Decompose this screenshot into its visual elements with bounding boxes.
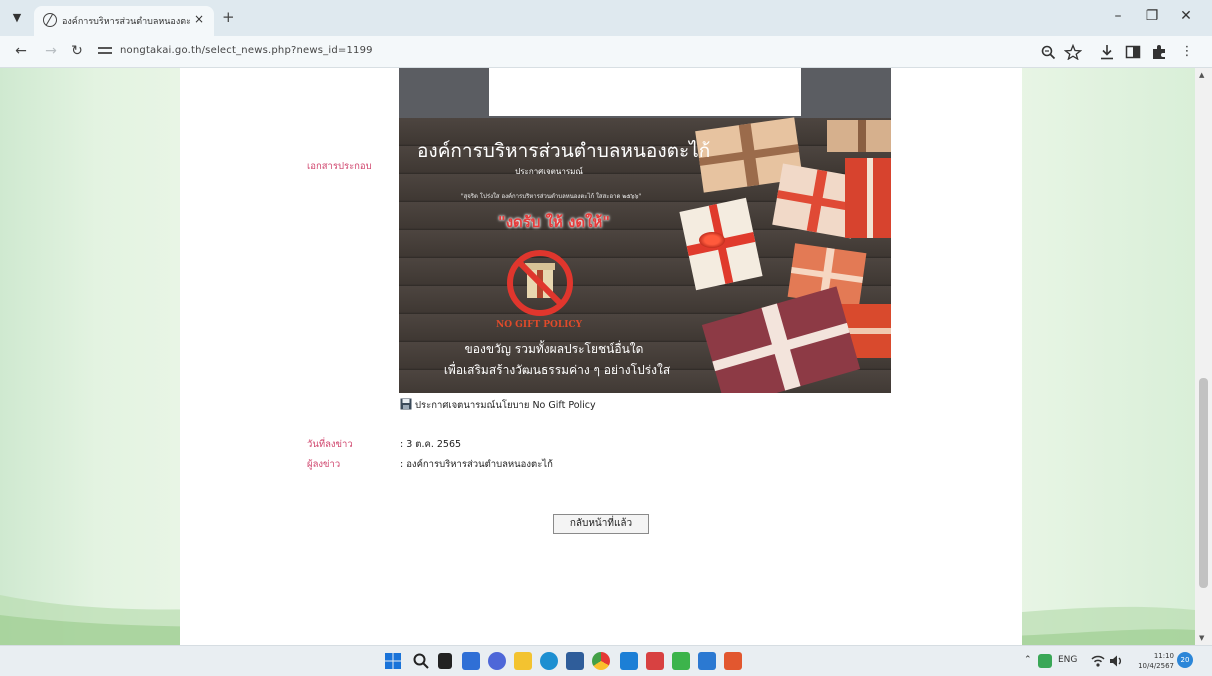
back-button[interactable]: กลับหน้าที่แล้ว	[553, 514, 649, 534]
date-value: : 3 ต.ค. 2565	[400, 439, 462, 450]
tab-bar: ▼ องค์การบริหารส่วนตำบลหนองตะไก้ × + – ❐…	[0, 0, 1212, 36]
windows-start-icon[interactable]	[384, 652, 402, 670]
store-icon[interactable]	[566, 652, 584, 670]
wifi-icon[interactable]	[1090, 653, 1106, 669]
poster-policy-label: NO GIFT POLICY	[495, 320, 583, 330]
restore-button[interactable]: ❐	[1140, 8, 1164, 24]
tab-list-chevron-icon[interactable]: ▼	[8, 9, 26, 27]
line-app-icon[interactable]	[672, 652, 690, 670]
zoom-icon[interactable]	[1040, 44, 1058, 60]
close-window-button[interactable]: ✕	[1174, 8, 1198, 24]
widgets-icon[interactable]	[462, 652, 480, 670]
attachment-link[interactable]: ประกาศเจตนารมณ์นโยบาย No Gift Policy	[415, 398, 596, 413]
clock-date: 10/4/2567	[1138, 662, 1174, 670]
tab-title: องค์การบริหารส่วนตำบลหนองตะไก้	[62, 17, 190, 27]
attachment-label: เอกสารประกอบ	[307, 161, 372, 172]
tray-chevron-up-icon[interactable]: ⌃	[1024, 655, 1032, 665]
scroll-up-icon[interactable]: ▲	[1199, 71, 1204, 79]
volume-icon[interactable]	[1108, 653, 1124, 669]
news-content: เอกสารประกอบ องค์การบริหารส่วนตำบลหนองตะ…	[180, 68, 1022, 645]
address-bar[interactable]: nongtakai.go.th/select_news.php?news_id=…	[120, 45, 373, 56]
new-tab-icon[interactable]: +	[222, 8, 235, 26]
author-value: : องค์การบริหารส่วนตำบลหนองตะไก้	[400, 459, 553, 470]
task-view-icon[interactable]	[438, 653, 452, 669]
no-gift-prohibited-icon	[507, 250, 573, 316]
side-panel-icon[interactable]	[1124, 44, 1142, 60]
author-label: ผู้ลงข่าว	[307, 459, 341, 470]
minimize-button[interactable]: –	[1106, 8, 1130, 24]
poster-line-2: เพื่อเสริมสร้างวัฒนธรรมค่าง ๆ อย่างโปร่ง…	[443, 363, 671, 377]
page-viewport: เอกสารประกอบ องค์การบริหารส่วนตำบลหนองตะ…	[0, 68, 1195, 645]
browser-toolbar: ← → ↻ nongtakai.go.th/select_news.php?ne…	[0, 36, 1212, 68]
word-icon[interactable]	[698, 652, 716, 670]
language-indicator[interactable]: ENG	[1058, 655, 1077, 665]
chrome-icon[interactable]	[592, 652, 610, 670]
reload-icon[interactable]: ↻	[68, 43, 86, 59]
file-explorer-icon[interactable]	[514, 652, 532, 670]
gift-box-image	[845, 158, 891, 238]
extensions-icon[interactable]	[1150, 44, 1168, 60]
edge-browser-icon[interactable]	[540, 652, 558, 670]
no-gift-policy-poster: องค์การบริหารส่วนตำบลหนองตะไก้ ประกาศเจต…	[399, 68, 891, 393]
windows-taskbar: ⌃ ENG 11:10 10/4/2567 20	[0, 645, 1212, 676]
tab-close-icon[interactable]: ×	[194, 12, 204, 26]
tray-app-icon[interactable]	[1038, 654, 1052, 668]
clock[interactable]: 11:10 10/4/2567	[1126, 651, 1174, 671]
gift-box-image	[827, 120, 891, 152]
notification-badge[interactable]: 20	[1177, 652, 1193, 668]
poster-line-1: ของขวัญ รวมทั้งผลประโยชน์อื่นใด	[464, 342, 644, 356]
powerpoint-icon[interactable]	[724, 652, 742, 670]
floppy-disk-icon	[400, 398, 412, 410]
browser-menu-icon[interactable]: ⋮	[1178, 44, 1196, 59]
bookmark-star-icon[interactable]	[1064, 44, 1082, 60]
poster-title: องค์การบริหารส่วนตำบลหนองตะไก้	[417, 140, 711, 162]
poster-white-paper	[489, 68, 801, 116]
page-scrollbar-thumb[interactable]	[1199, 378, 1208, 588]
chat-icon[interactable]	[488, 652, 506, 670]
app-l-icon[interactable]	[620, 652, 638, 670]
poster-subtitle: ประกาศเจตนารมณ์	[515, 167, 583, 176]
scroll-down-icon[interactable]: ▼	[1199, 634, 1204, 642]
search-icon[interactable]	[412, 652, 430, 670]
download-icon[interactable]	[1098, 44, 1116, 60]
favicon-icon	[43, 13, 57, 27]
page-scrollbar[interactable]: ▲ ▼	[1195, 68, 1212, 645]
site-info-icon[interactable]	[98, 45, 112, 57]
browser-tab[interactable]: องค์การบริหารส่วนตำบลหนองตะไก้ ×	[34, 6, 214, 36]
gift-bow-image	[699, 232, 725, 248]
clock-time: 11:10	[1153, 652, 1174, 660]
poster-slogan: "งดรับ ให้ งดให้"	[497, 213, 611, 231]
forward-icon[interactable]: →	[42, 43, 60, 59]
pdf-reader-icon[interactable]	[646, 652, 664, 670]
date-label: วันที่ลงข่าว	[307, 439, 353, 450]
back-icon[interactable]: ←	[12, 43, 30, 59]
poster-quote: "สุจริต โปร่งใส องค์การบริหารส่วนตำบลหนอ…	[460, 193, 642, 200]
